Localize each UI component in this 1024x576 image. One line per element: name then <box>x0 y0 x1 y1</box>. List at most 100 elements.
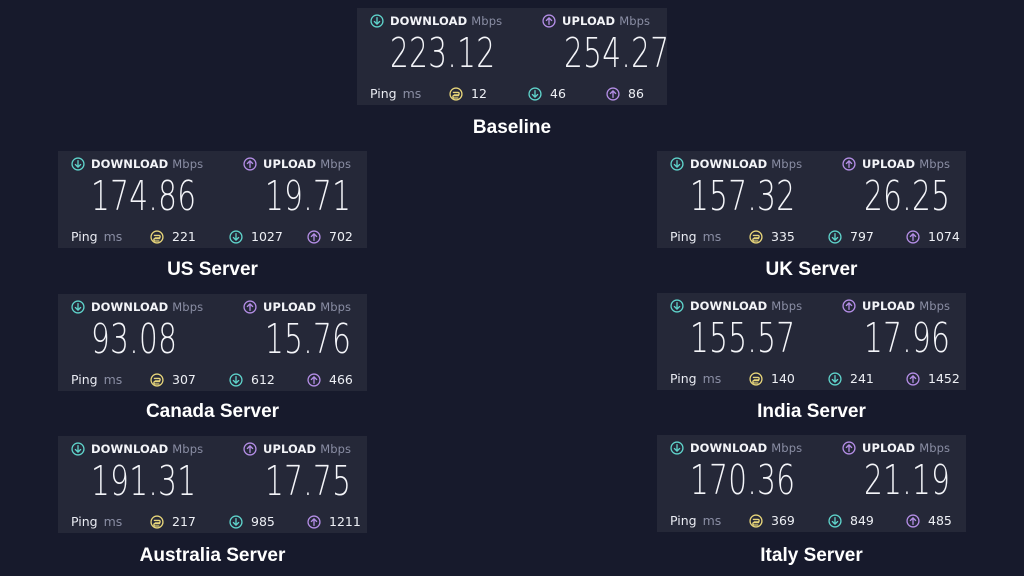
idle-latency: 369 <box>749 513 795 528</box>
upload-latency: 1211 <box>307 514 361 529</box>
download-latency-icon <box>528 86 542 101</box>
download-header: DOWNLOAD Mbps <box>370 14 502 28</box>
upload-arrow-icon <box>243 442 257 456</box>
download-latency-icon <box>828 371 842 386</box>
upload-label: UPLOAD <box>263 442 317 456</box>
download-header: DOWNLOAD Mbps <box>71 157 203 171</box>
ping-label: Ping <box>370 86 397 101</box>
upload-speed-value: 26.25 <box>864 172 951 220</box>
download-label: DOWNLOAD <box>690 157 768 171</box>
upload-unit: Mbps <box>619 14 651 28</box>
upload-header: UPLOAD Mbps <box>542 14 650 28</box>
download-latency-icon <box>229 372 243 387</box>
download-unit: Mbps <box>172 300 204 314</box>
upload-latency: 1074 <box>906 229 960 244</box>
result-title-uk-server: UK Server <box>765 259 858 280</box>
upload-latency: 702 <box>307 229 353 244</box>
result-panel-baseline: DOWNLOAD Mbps UPLOAD Mbps 223.12 254.27 Ping ms… <box>357 8 670 105</box>
upload-latency-value: 1452 <box>928 371 960 386</box>
download-latency: 849 <box>828 513 874 528</box>
download-unit: Mbps <box>172 157 204 171</box>
download-latency-icon <box>229 514 243 529</box>
ping-label: Ping <box>71 229 98 244</box>
idle-latency-icon <box>150 514 164 529</box>
idle-latency-value: 217 <box>172 514 196 529</box>
idle-latency: 140 <box>749 371 795 386</box>
download-speed-value: 223.12 <box>390 29 496 77</box>
download-speed-value: 174.86 <box>91 172 197 220</box>
download-latency: 241 <box>828 371 874 386</box>
download-latency-value: 1027 <box>251 229 283 244</box>
download-arrow-icon <box>670 299 684 313</box>
download-unit: Mbps <box>771 157 803 171</box>
download-latency-icon <box>828 229 842 244</box>
upload-latency-value: 1074 <box>928 229 960 244</box>
upload-header: UPLOAD Mbps <box>243 300 351 314</box>
result-title-us-server: US Server <box>167 259 258 280</box>
download-header: DOWNLOAD Mbps <box>670 441 802 455</box>
upload-unit: Mbps <box>919 441 951 455</box>
upload-unit: Mbps <box>320 300 352 314</box>
upload-header: UPLOAD Mbps <box>842 441 950 455</box>
download-latency-value: 849 <box>850 513 874 528</box>
download-unit: Mbps <box>771 299 803 313</box>
upload-label: UPLOAD <box>862 299 916 313</box>
download-speed-value: 155.57 <box>690 314 796 362</box>
ping-label-group: Ping ms <box>670 229 721 244</box>
upload-label: UPLOAD <box>263 157 317 171</box>
result-panel-us-server: DOWNLOAD Mbps UPLOAD Mbps 174.86 19.71 Ping ms 2… <box>58 151 367 248</box>
ping-label-group: Ping ms <box>71 372 122 387</box>
upload-latency-icon <box>307 514 321 529</box>
download-latency: 797 <box>828 229 874 244</box>
download-arrow-icon <box>670 157 684 171</box>
idle-latency-icon <box>749 229 763 244</box>
idle-latency: 307 <box>150 372 196 387</box>
ping-label: Ping <box>71 514 98 529</box>
upload-header: UPLOAD Mbps <box>243 157 351 171</box>
download-latency-value: 797 <box>850 229 874 244</box>
upload-unit: Mbps <box>919 299 951 313</box>
result-title-italy-server: Italy Server <box>760 545 863 566</box>
upload-label: UPLOAD <box>263 300 317 314</box>
ping-unit: ms <box>702 371 722 386</box>
idle-latency-value: 307 <box>172 372 196 387</box>
download-label: DOWNLOAD <box>91 300 169 314</box>
upload-latency: 1452 <box>906 371 960 386</box>
download-latency: 612 <box>229 372 275 387</box>
upload-speed-value: 15.76 <box>265 315 352 363</box>
upload-arrow-icon <box>842 299 856 313</box>
ping-label-group: Ping ms <box>370 86 421 101</box>
idle-latency-icon <box>749 513 763 528</box>
upload-header: UPLOAD Mbps <box>842 299 950 313</box>
upload-speed-value: 254.27 <box>564 29 670 77</box>
ping-label: Ping <box>670 513 697 528</box>
upload-latency: 485 <box>906 513 952 528</box>
upload-arrow-icon <box>542 14 556 28</box>
upload-latency-icon <box>307 372 321 387</box>
upload-header: UPLOAD Mbps <box>842 157 950 171</box>
ping-label: Ping <box>71 372 98 387</box>
download-speed-value: 191.31 <box>91 457 197 505</box>
speed-test-comparison: DOWNLOAD Mbps UPLOAD Mbps 223.12 254.27 Ping ms… <box>0 0 1024 576</box>
idle-latency-value: 221 <box>172 229 196 244</box>
result-panel-india-server: DOWNLOAD Mbps UPLOAD Mbps 155.57 17.96 Ping ms 1… <box>657 293 966 390</box>
idle-latency-icon <box>150 229 164 244</box>
upload-latency: 466 <box>307 372 353 387</box>
ping-unit: ms <box>702 229 722 244</box>
ping-unit: ms <box>103 229 123 244</box>
result-panel-canada-server: DOWNLOAD Mbps UPLOAD Mbps 93.08 15.76 Ping ms 30… <box>58 294 367 391</box>
idle-latency-value: 12 <box>471 86 487 101</box>
upload-arrow-icon <box>842 157 856 171</box>
ping-label: Ping <box>670 371 697 386</box>
download-arrow-icon <box>370 14 384 28</box>
upload-unit: Mbps <box>919 157 951 171</box>
upload-latency-value: 466 <box>329 372 353 387</box>
ping-label-group: Ping ms <box>71 514 122 529</box>
upload-latency: 86 <box>606 86 644 101</box>
download-unit: Mbps <box>771 441 803 455</box>
download-latency-value: 985 <box>251 514 275 529</box>
idle-latency-icon <box>749 371 763 386</box>
upload-speed-value: 21.19 <box>864 456 951 504</box>
upload-latency-value: 485 <box>928 513 952 528</box>
result-panel-uk-server: DOWNLOAD Mbps UPLOAD Mbps 157.32 26.25 Ping ms 3… <box>657 151 966 248</box>
